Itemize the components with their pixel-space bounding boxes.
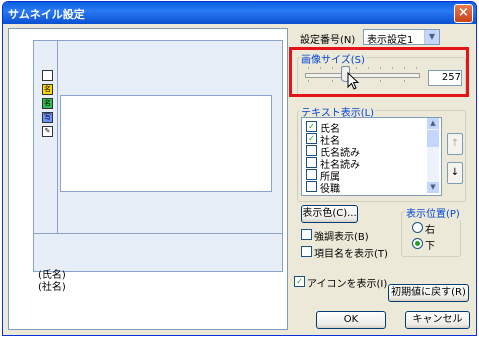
setting-number-label: 設定番号(N)	[300, 35, 356, 46]
scroll-up-icon[interactable]: ▲	[427, 118, 439, 129]
move-down-button[interactable]: ↓	[447, 162, 463, 184]
window-title: サムネイル設定	[8, 8, 85, 21]
card-divider-vertical	[57, 40, 58, 234]
list-item-checkbox[interactable]	[306, 157, 317, 168]
position-right-label: 右	[425, 225, 435, 236]
list-item-checkbox[interactable]	[306, 181, 317, 192]
empty-box-icon	[42, 70, 53, 81]
position-right-radio[interactable]	[412, 222, 423, 233]
setting-number-select[interactable]: 表示設定1 ▼	[363, 29, 440, 46]
preview-company-text: (社名)	[38, 282, 66, 293]
scroll-down-icon[interactable]: ▼	[427, 182, 439, 193]
list-item-checkbox[interactable]	[306, 145, 317, 156]
setting-number-value: 表示設定1	[367, 35, 414, 46]
position-bottom-radio[interactable]	[412, 238, 423, 249]
card-divider-horizontal	[33, 233, 282, 234]
highlight-frame	[289, 47, 469, 97]
cancel-button[interactable]: キャンセル	[405, 311, 470, 329]
show-item-names-checkbox[interactable]	[301, 246, 312, 257]
emphasis-checkbox[interactable]	[301, 229, 312, 240]
photo-area	[60, 95, 272, 192]
ok-button[interactable]: OK	[316, 311, 386, 329]
close-icon[interactable]: ×	[454, 4, 473, 23]
display-position-label: 表示位置(P)	[405, 205, 461, 220]
memo-icon: ✎	[42, 126, 53, 137]
list-item-checkbox[interactable]: ✓	[306, 121, 317, 132]
show-icons-label: アイコンを表示(I)	[307, 279, 388, 290]
list-item[interactable]: 役職	[320, 180, 340, 195]
display-color-button[interactable]: 表示色(C)...	[301, 205, 358, 223]
emphasis-label: 強調表示(B)	[314, 232, 369, 243]
list-item-checkbox[interactable]: ✓	[306, 133, 317, 144]
card-green-icon: 名	[42, 98, 53, 109]
position-bottom-label: 下	[425, 241, 435, 252]
show-item-names-label: 項目名を表示(T)	[314, 249, 388, 260]
move-up-button[interactable]: ↑	[447, 133, 463, 155]
list-scrollbar[interactable]: ▲ ▼	[427, 118, 439, 193]
reset-defaults-button[interactable]: 初期値に戻す(R)	[388, 284, 469, 302]
list-item-checkbox[interactable]	[306, 169, 317, 180]
scroll-thumb[interactable]	[427, 130, 439, 147]
title-bar: サムネイル設定 ×	[3, 2, 476, 24]
show-icons-checkbox[interactable]: ✓	[294, 276, 305, 287]
chevron-down-icon[interactable]: ▼	[424, 30, 439, 44]
card-yellow-icon: 名	[42, 84, 53, 95]
card-blue-icon: 写	[42, 112, 53, 123]
